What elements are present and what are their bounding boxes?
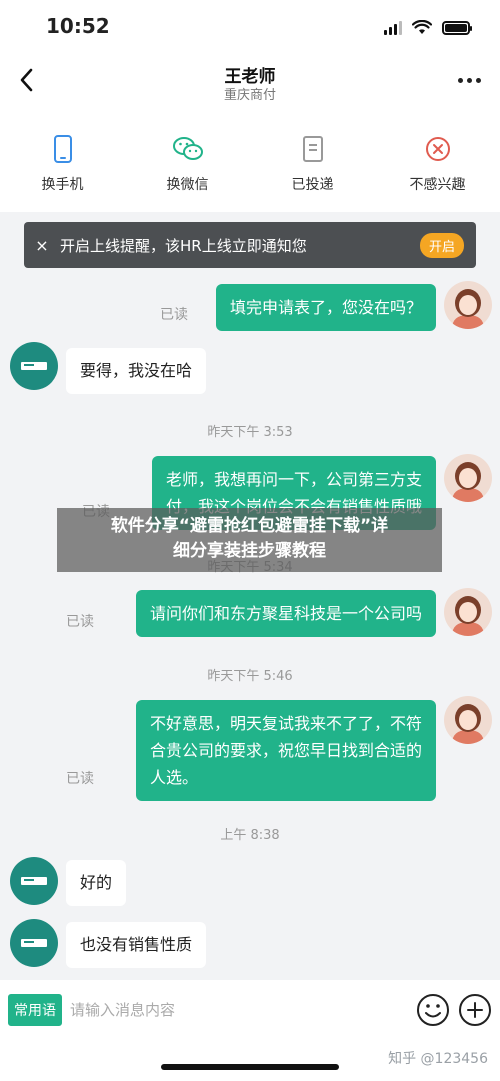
contact-company: 重庆商付 — [223, 88, 276, 103]
close-icon[interactable]: × — [24, 236, 60, 255]
more-options-icon[interactable] — [454, 66, 484, 94]
plus-icon[interactable] — [458, 993, 492, 1027]
swap-phone-button[interactable]: 换手机 — [0, 116, 125, 212]
my-avatar[interactable] — [444, 454, 492, 502]
status-icons — [384, 20, 472, 35]
overlay-line: 细分享装挂步骤教程 — [173, 541, 326, 561]
outgoing-message[interactable]: 请问你们和东方聚星科技是一个公司吗 — [135, 590, 436, 637]
incoming-message[interactable]: 好的 — [66, 860, 127, 906]
delivered-label: 已投递 — [291, 177, 334, 193]
outgoing-message[interactable]: 填完申请表了，您没在吗？ — [215, 284, 436, 331]
notice-text: 开启上线提醒，该HR上线立即通知您 — [60, 236, 307, 255]
read-receipt: 已读 — [160, 307, 188, 323]
time-separator: 昨天下午 5:46 — [207, 669, 293, 684]
hr-avatar[interactable] — [10, 342, 58, 390]
message-input[interactable] — [70, 994, 410, 1026]
my-avatar[interactable] — [444, 281, 492, 329]
overlay-line: 软件分享“避雷抢红包避雷挂下载”详 — [110, 516, 389, 536]
chat-header: 王老师 重庆商付 — [0, 56, 500, 116]
document-icon — [297, 134, 329, 164]
quick-phrases-button[interactable]: 常用语 — [8, 994, 62, 1026]
read-receipt: 已读 — [66, 771, 94, 787]
emoji-icon[interactable] — [416, 993, 450, 1027]
message-line: 老师，我想再问一下，公司第三方支 — [165, 470, 422, 489]
home-indicator[interactable] — [161, 1064, 339, 1070]
incoming-message[interactable]: 要得，我没在哈 — [66, 348, 207, 394]
read-receipt: 已读 — [66, 614, 94, 630]
swap-phone-label: 换手机 — [41, 177, 84, 193]
message-line: 人选。 — [149, 768, 198, 787]
watermark: 知乎 @123456 — [388, 1051, 488, 1067]
not-interested-label: 不感兴趣 — [409, 177, 466, 193]
hr-avatar[interactable] — [10, 857, 58, 905]
enable-notice-button[interactable]: 开启 — [419, 232, 464, 258]
battery-icon — [442, 20, 472, 35]
message-line: 合贵公司的要求，祝您早日找到合适的 — [149, 741, 422, 760]
status-time: 10:52 — [46, 14, 110, 38]
message-list[interactable]: 已读 填完申请表了，您没在吗？ 要得，我没在哈 昨天下午 3:53 已读 老师，… — [0, 268, 500, 980]
incoming-message[interactable]: 也没有销售性质 — [66, 922, 207, 968]
my-avatar[interactable] — [444, 588, 492, 636]
action-row: 换手机 换微信 已投递 不感兴趣 — [0, 116, 500, 212]
time-separator: 昨天下午 3:53 — [207, 425, 293, 440]
online-notice-banner: × 开启上线提醒，该HR上线立即通知您 开启 — [24, 222, 476, 268]
message-line: 不好意思，明天复试我来不了了，不符 — [149, 714, 422, 733]
swap-wechat-button[interactable]: 换微信 — [125, 116, 250, 212]
outgoing-message[interactable]: 不好意思，明天复试我来不了了，不符 合贵公司的要求，祝您早日找到合适的 人选。 — [135, 700, 436, 801]
phone-icon — [47, 134, 79, 164]
not-interested-button[interactable]: 不感兴趣 — [375, 116, 500, 212]
swap-wechat-label: 换微信 — [166, 177, 209, 193]
wechat-icon — [172, 134, 204, 164]
status-bar: 10:52 — [0, 0, 500, 56]
close-circle-icon — [422, 134, 454, 164]
wifi-icon — [412, 20, 432, 34]
signal-icon — [384, 20, 402, 35]
hr-avatar[interactable] — [10, 919, 58, 967]
overlay-caption: 软件分享“避雷抢红包避雷挂下载”详 细分享装挂步骤教程 — [57, 508, 442, 572]
input-bar: 常用语 — [0, 980, 500, 1040]
bottom-area: 知乎 @123456 — [0, 1040, 500, 1081]
my-avatar[interactable] — [444, 696, 492, 744]
delivered-button[interactable]: 已投递 — [250, 116, 375, 212]
time-separator: 上午 8:38 — [220, 828, 280, 843]
